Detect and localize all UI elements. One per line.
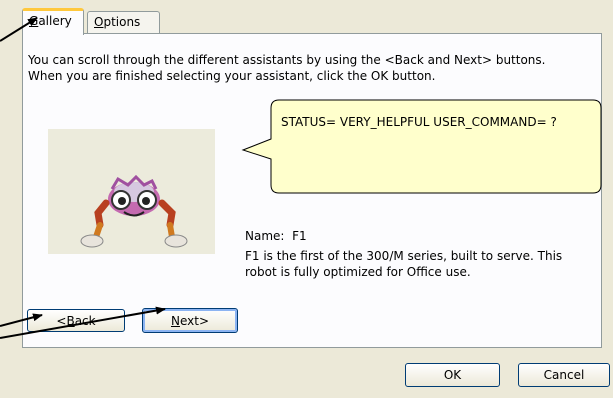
tab-gallery[interactable]: Gallery (22, 8, 84, 35)
back-button[interactable]: < Back (27, 309, 125, 332)
instructions-line-2: When you are finished selecting your ass… (28, 69, 436, 83)
name-value: F1 (292, 229, 307, 243)
assistant-name: Name: F1 (245, 229, 307, 243)
gallery-panel: You can scroll through the different ass… (22, 33, 602, 348)
speech-bubble-shape (241, 99, 602, 194)
tab-options[interactable]: Options (87, 11, 160, 33)
bubble-text: STATUS= VERY_HELPFUL USER_COMMAND= ? (281, 115, 557, 129)
f1-robot-icon (80, 174, 188, 248)
cancel-button[interactable]: Cancel (518, 363, 610, 387)
instructions-line-1: You can scroll through the different ass… (28, 53, 546, 67)
speech-bubble: STATUS= VERY_HELPFUL USER_COMMAND= ? (241, 97, 606, 197)
next-button[interactable]: Next > (142, 308, 238, 333)
name-label: Name: (245, 229, 285, 243)
assistant-description: F1 is the first of the 300/M series, bui… (245, 249, 563, 279)
ok-button[interactable]: OK (405, 363, 500, 387)
instructions: You can scroll through the different ass… (28, 52, 598, 84)
assistant-preview (48, 129, 215, 254)
